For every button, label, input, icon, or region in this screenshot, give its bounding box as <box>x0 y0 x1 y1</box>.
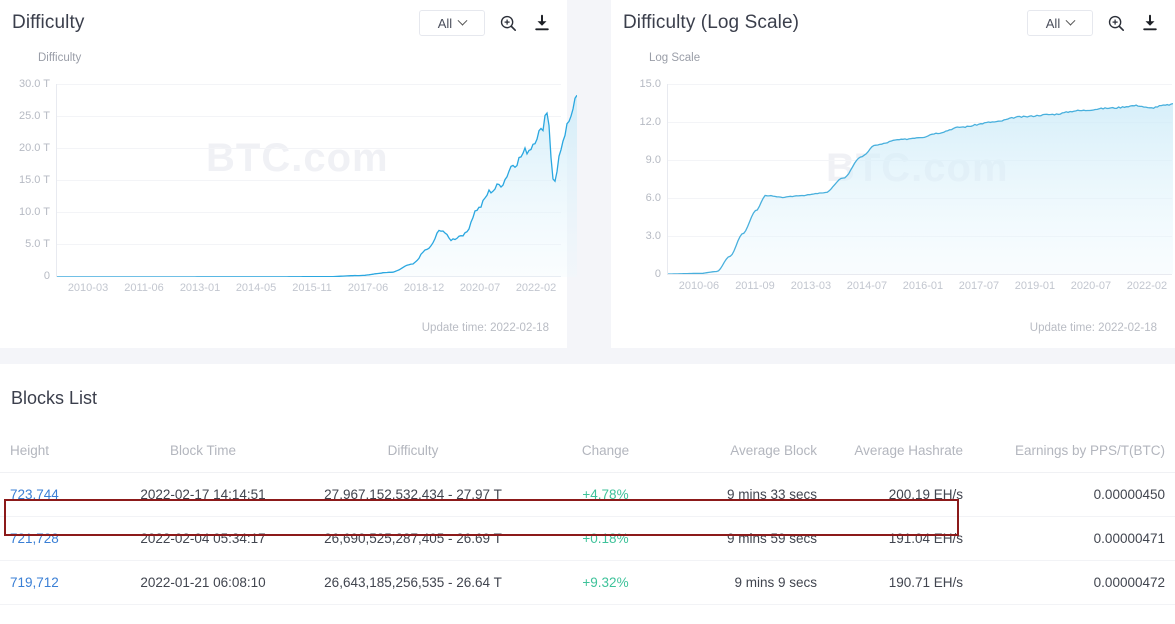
y-axis-name: Log Scale <box>648 52 701 64</box>
cell-earnings: 0.00000450 <box>973 472 1175 517</box>
difficulty-chart-card: Difficulty All Difficulty BTC.com 30.0 T… <box>0 0 577 348</box>
cell-height[interactable]: 721,728 <box>0 516 118 561</box>
y-tick: 30.0 T <box>19 78 50 90</box>
download-icon[interactable] <box>1139 12 1161 34</box>
difficulty-log-chart-card: Difficulty (Log Scale) All Log Scale 15.… <box>610 0 1175 348</box>
x-tick: 2019-01 <box>1014 280 1056 292</box>
cell-average-hashrate: 200.19 EH/s <box>823 472 973 517</box>
x-tick: 2022-02 <box>1126 280 1168 292</box>
x-tick: 2014-05 <box>235 282 277 294</box>
y-tick: 0 <box>654 268 661 280</box>
download-icon[interactable] <box>531 12 553 34</box>
cell-change: +4.78% <box>538 472 673 517</box>
y-tick: 12.0 <box>639 116 661 128</box>
cell-height[interactable]: 719,712 <box>0 560 118 605</box>
cell-average-hashrate: 191.04 EH/s <box>823 516 973 561</box>
col-difficulty[interactable]: Difficulty <box>288 431 538 473</box>
x-tick: 2016-01 <box>902 280 944 292</box>
y-tick: 5.0 T <box>25 238 50 250</box>
y-tick: 15.0 T <box>19 174 50 186</box>
chart-toolbar: All <box>1027 10 1161 36</box>
x-tick: 2017-07 <box>958 280 1000 292</box>
y-tick: 10.0 T <box>19 206 50 218</box>
cell-earnings: 0.00000471 <box>973 516 1175 561</box>
cell-difficulty: 26,690,525,287,405 - 26.69 T <box>288 516 538 561</box>
range-selector-label: All <box>437 15 453 31</box>
cell-difficulty: 27,967,152,532,434 - 27.97 T <box>288 472 538 517</box>
chart-header: Difficulty All <box>0 0 567 46</box>
y-tick: 0 <box>43 270 50 282</box>
y-axis-name: Difficulty <box>38 52 82 64</box>
update-time: Update time: 2022-02-18 <box>1029 322 1157 334</box>
chart-title: Difficulty (Log Scale) <box>622 12 800 33</box>
x-tick: 2022-02 <box>515 282 557 294</box>
cell-difficulty: 26,643,185,256,535 - 26.64 T <box>288 560 538 605</box>
cell-average-block: 9 mins 59 secs <box>673 516 823 561</box>
difficulty-log-plot: Log Scale BTC.com 15.0 12.0 9.0 6.0 3.0 … <box>611 46 1175 314</box>
chart-header: Difficulty (Log Scale) All <box>611 0 1175 46</box>
cell-block-time: 2022-02-17 14:14:51 <box>118 472 288 517</box>
x-tick: 2013-01 <box>179 282 221 294</box>
cell-change: +9.32% <box>538 560 673 605</box>
x-tick: 2010-03 <box>67 282 109 294</box>
x-tick: 2020-07 <box>459 282 501 294</box>
y-tick: 9.0 <box>645 154 661 166</box>
y-tick: 15.0 <box>639 78 661 90</box>
x-tick: 2013-03 <box>790 280 832 292</box>
table-row[interactable]: 723,744 2022-02-17 14:14:51 27,967,152,5… <box>0 472 1175 517</box>
x-tick: 2020-07 <box>1070 280 1112 292</box>
x-tick: 2017-06 <box>347 282 389 294</box>
cell-block-time: 2022-01-21 06:08:10 <box>118 560 288 605</box>
blocks-list-title: Blocks List <box>11 388 98 408</box>
chart-title: Difficulty <box>12 12 85 33</box>
zoom-in-icon[interactable] <box>1105 12 1127 34</box>
chart-toolbar: All <box>418 10 553 36</box>
col-earnings[interactable]: Earnings by PPS/T(BTC) <box>973 431 1175 473</box>
y-tick: 25.0 T <box>19 110 50 122</box>
difficulty-plot: Difficulty BTC.com 30.0 T 25.0 T 20.0 T … <box>0 46 577 314</box>
cell-average-hashrate: 190.71 EH/s <box>823 560 973 605</box>
col-average-block[interactable]: Average Block <box>673 431 823 473</box>
zoom-in-icon[interactable] <box>497 12 519 34</box>
table-header-row: Height Block Time Difficulty Change Aver… <box>0 431 1175 473</box>
range-selector[interactable]: All <box>1027 10 1093 36</box>
x-tick: 2015-11 <box>292 282 332 294</box>
cell-earnings: 0.00000472 <box>973 560 1175 605</box>
cell-block-time: 2022-02-04 05:34:17 <box>118 516 288 561</box>
chevron-down-icon <box>457 15 468 26</box>
difficulty-area-series <box>57 94 577 277</box>
range-selector[interactable]: All <box>418 10 485 36</box>
update-time: Update time: 2022-02-18 <box>421 322 549 334</box>
x-tick: 2018-12 <box>403 282 445 294</box>
difficulty-log-area-series <box>667 102 1173 274</box>
cell-average-block: 9 mins 33 secs <box>673 472 823 517</box>
cell-change: +0.18% <box>538 516 673 561</box>
blocks-list-card: Blocks List Height Block Time Difficulty… <box>0 364 1175 624</box>
charts-row: Difficulty All Difficulty BTC.com 30.0 T… <box>0 0 1175 350</box>
section-divider <box>0 348 1175 364</box>
y-tick: 3.0 <box>645 230 661 242</box>
col-change[interactable]: Change <box>538 431 673 473</box>
x-tick: 2011-09 <box>735 280 775 292</box>
table-row[interactable]: 721,728 2022-02-04 05:34:17 26,690,525,2… <box>0 516 1175 561</box>
x-tick: 2011-06 <box>124 282 164 294</box>
blocks-table: Height Block Time Difficulty Change Aver… <box>0 431 1175 605</box>
col-block-time[interactable]: Block Time <box>118 431 288 473</box>
y-tick: 20.0 T <box>19 142 50 154</box>
x-tick: 2014-07 <box>846 280 888 292</box>
table-row[interactable]: 719,712 2022-01-21 06:08:10 26,643,185,2… <box>0 560 1175 605</box>
page-root: Difficulty All Difficulty BTC.com 30.0 T… <box>0 0 1175 624</box>
range-selector-label: All <box>1045 15 1061 31</box>
col-height[interactable]: Height <box>0 431 118 473</box>
x-tick: 2010-06 <box>678 280 720 292</box>
y-tick: 6.0 <box>645 192 661 204</box>
cell-average-block: 9 mins 9 secs <box>673 560 823 605</box>
chevron-down-icon <box>1065 15 1076 26</box>
col-average-hashrate[interactable]: Average Hashrate <box>823 431 973 473</box>
cell-height[interactable]: 723,744 <box>0 472 118 517</box>
